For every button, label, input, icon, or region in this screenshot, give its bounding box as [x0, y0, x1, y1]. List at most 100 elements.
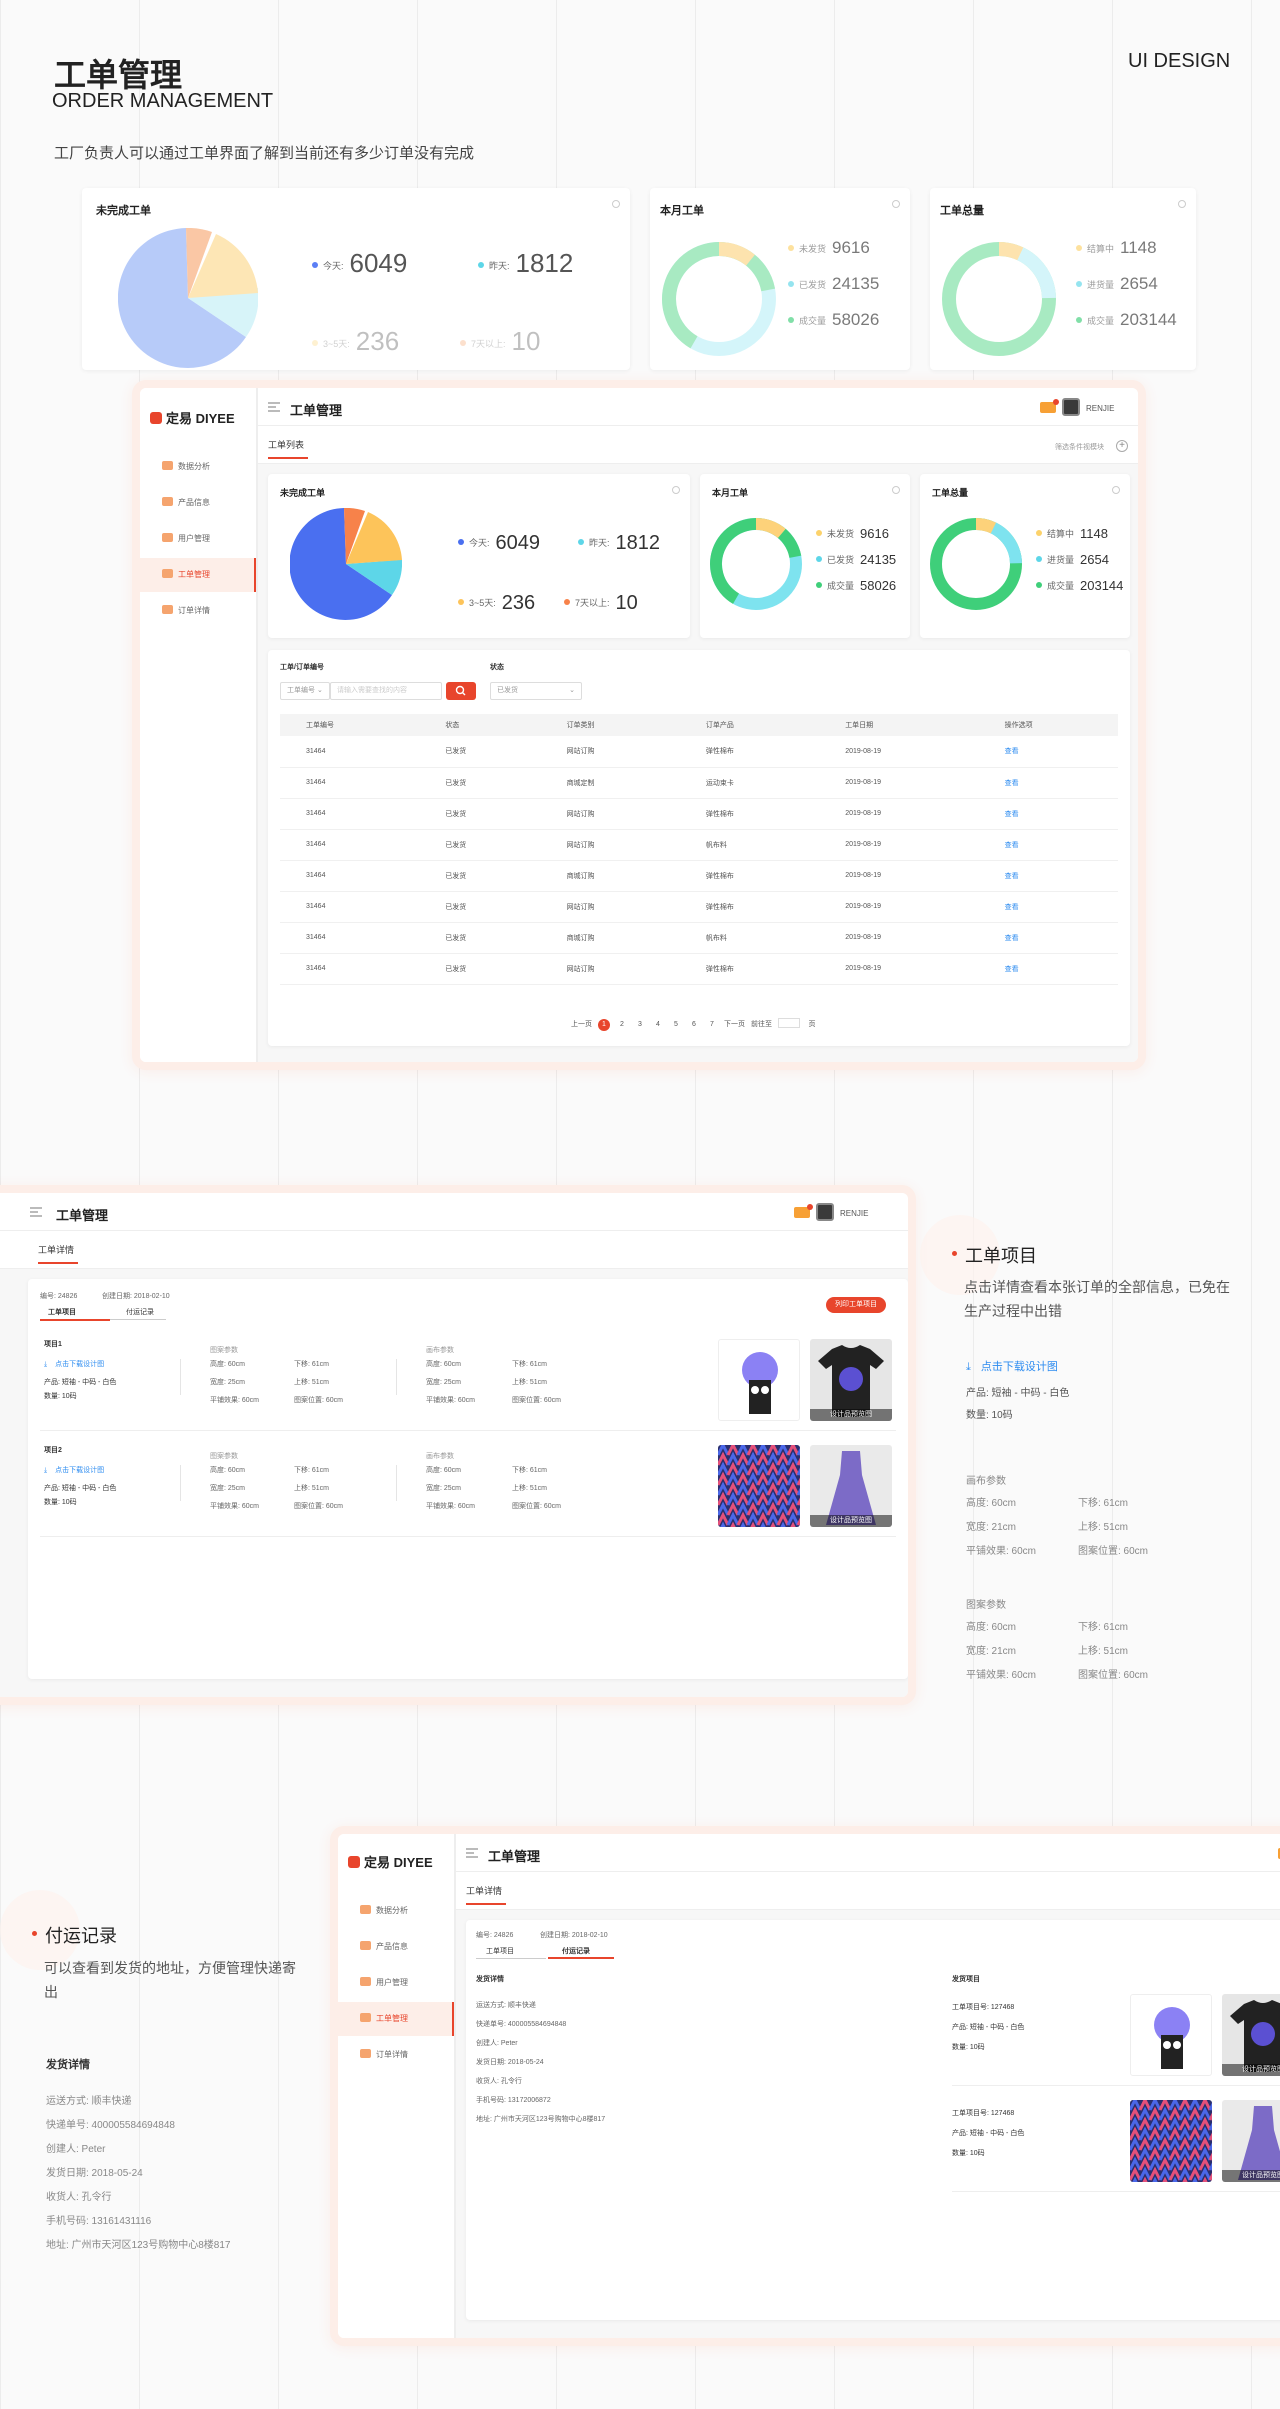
nav-label: 用户管理	[376, 1978, 408, 1987]
view-link[interactable]: 查看	[978, 922, 1118, 954]
print-button[interactable]: 列印工单项目	[826, 1297, 886, 1313]
table-row: 31464 已发货 网站订购 帆布料 2019-08-19 查看	[280, 829, 1118, 861]
subtab-shipping[interactable]: 付运记录	[562, 1946, 590, 1956]
nav-item[interactable]: 工单管理	[338, 2002, 454, 2036]
username[interactable]: RENJIE	[1086, 404, 1114, 413]
search-icon	[455, 685, 466, 696]
subtab-items[interactable]: 工单项目	[486, 1946, 514, 1956]
nav-item[interactable]: 订单详情	[338, 2038, 454, 2072]
view-link[interactable]: 查看	[978, 891, 1118, 923]
avatar[interactable]	[1062, 398, 1080, 416]
nav-item[interactable]: 数据分析	[140, 450, 256, 484]
info-icon[interactable]	[892, 486, 900, 494]
view-link[interactable]: 查看	[978, 953, 1118, 985]
param-width: 宽度: 25cm	[426, 1379, 462, 1386]
download-text: 点击下载设计图	[55, 1467, 105, 1474]
column-header[interactable]: 订单类别	[540, 714, 680, 736]
column-header[interactable]: 操作选项	[978, 714, 1118, 736]
page-number[interactable]: 6	[688, 1021, 700, 1028]
page-number[interactable]: 1	[598, 1019, 610, 1031]
table-cell: 已发货	[419, 860, 541, 892]
nav-item[interactable]: 数据分析	[338, 1894, 454, 1928]
download-text: 点击下载设计图	[55, 1361, 105, 1368]
ship-line: 运送方式: 顺丰快递	[476, 2002, 536, 2009]
subtab-items[interactable]: 工单项目	[48, 1307, 76, 1317]
param-up: 上移: 51cm	[512, 1379, 548, 1386]
nav-item[interactable]: 产品信息	[140, 486, 256, 520]
filter-link[interactable]: 筛选条件视模块	[1055, 442, 1104, 452]
avatar[interactable]	[816, 1203, 834, 1221]
table-cell: 2019-08-19	[819, 891, 979, 923]
mail-icon[interactable]	[794, 1204, 813, 1218]
legend-value: 1148	[1120, 238, 1157, 257]
search-input[interactable]: 请输入需要查找的内容	[330, 682, 442, 700]
legend-today: 今天: 6049	[312, 248, 407, 279]
section-ship-desc: 可以查看到发货的地址，方便管理快递寄出	[44, 1960, 296, 2000]
search-button[interactable]	[446, 682, 476, 700]
goto-input[interactable]	[778, 1018, 800, 1028]
table-cell: 弹性棉布	[679, 891, 820, 923]
menu-icon[interactable]	[30, 1207, 42, 1217]
legend-item: 结算中 1148	[1036, 526, 1108, 541]
view-link[interactable]: 查看	[978, 767, 1118, 799]
nav-item[interactable]: 用户管理	[338, 1966, 454, 2000]
nav-item[interactable]: 产品信息	[338, 1930, 454, 1964]
legend-dot	[816, 556, 822, 562]
legend-yesterday: 昨天: 1812	[578, 532, 660, 555]
page-number[interactable]: 3	[634, 1021, 646, 1028]
column-header[interactable]: 订单产品	[679, 714, 820, 736]
download-link[interactable]: ⤓ 点击下载设计图	[44, 1359, 104, 1369]
prev-page[interactable]: 上一页	[571, 1019, 592, 1029]
column-header[interactable]: 工单日期	[819, 714, 979, 736]
view-link[interactable]: 查看	[978, 829, 1118, 861]
tab-order-detail[interactable]: 工单详情	[38, 1243, 78, 1264]
nav-item[interactable]: 用户管理	[140, 522, 256, 556]
download-link[interactable]: ⤓ 点击下载设计图	[44, 1465, 104, 1475]
page-number[interactable]: 7	[706, 1021, 718, 1028]
username[interactable]: RENJIE	[840, 1209, 868, 1218]
param-pos: 图案位置: 60cm	[294, 1397, 344, 1404]
download-icon: ⤓	[966, 1361, 971, 1373]
total-donut	[930, 518, 1022, 610]
nav-item[interactable]: 工单管理	[140, 558, 256, 592]
plus-icon[interactable]: +	[1116, 440, 1128, 452]
info-icon[interactable]	[1112, 486, 1120, 494]
tab-order-detail[interactable]: 工单详情	[466, 1884, 506, 1905]
nav-item[interactable]: 订单详情	[140, 594, 256, 628]
tab-order-list[interactable]: 工单列表	[268, 438, 308, 459]
legend-dot	[816, 582, 822, 588]
search-type-select[interactable]: 工单编号 ⌄	[280, 682, 330, 700]
legend-item: 成交量 203144	[1076, 310, 1177, 330]
info-icon[interactable]	[892, 200, 900, 208]
info-icon[interactable]	[612, 200, 620, 208]
legend-label: 进货量	[1047, 555, 1075, 565]
param-width: 宽度: 25cm	[426, 1485, 462, 1492]
table-cell: 2019-08-19	[819, 736, 979, 768]
tab-label: 工单详情	[38, 1245, 75, 1255]
legend-value: 2654	[1120, 274, 1158, 293]
legend-dot	[458, 599, 464, 605]
legend-value: 6049	[349, 248, 408, 278]
bullet-icon	[952, 1251, 957, 1256]
menu-icon[interactable]	[466, 1848, 478, 1858]
status-select[interactable]: 已发货 ⌄	[490, 682, 582, 700]
page-number[interactable]: 2	[616, 1021, 628, 1028]
view-link[interactable]: 查看	[978, 860, 1118, 892]
info-icon[interactable]	[1178, 200, 1186, 208]
ship-line: 收货人: 孔令行	[46, 2192, 112, 2203]
next-page[interactable]: 下一页	[724, 1019, 745, 1029]
subtab-shipping[interactable]: 付运记录	[126, 1307, 154, 1317]
mail-icon[interactable]	[1040, 399, 1059, 413]
view-link[interactable]: 查看	[978, 736, 1118, 768]
column-header[interactable]: 工单编号	[280, 714, 420, 736]
menu-icon[interactable]	[268, 402, 280, 412]
unfinished-card: 未完成工单 今天: 6049 昨天: 1812 3~5天: 236 7天以上: 10	[268, 474, 690, 638]
page-number[interactable]: 4	[652, 1021, 664, 1028]
section-items-download[interactable]: ⤓ 点击下载设计图	[966, 1358, 1058, 1374]
column-header[interactable]: 状态	[419, 714, 541, 736]
page-number[interactable]: 5	[670, 1021, 682, 1028]
info-icon[interactable]	[672, 486, 680, 494]
ship-item: 工单项目号: 127468 产品: 短袖 - 中码 - 白色 数量: 10码 设…	[952, 2096, 1280, 2192]
legend-dot	[312, 340, 318, 346]
view-link[interactable]: 查看	[978, 798, 1118, 830]
